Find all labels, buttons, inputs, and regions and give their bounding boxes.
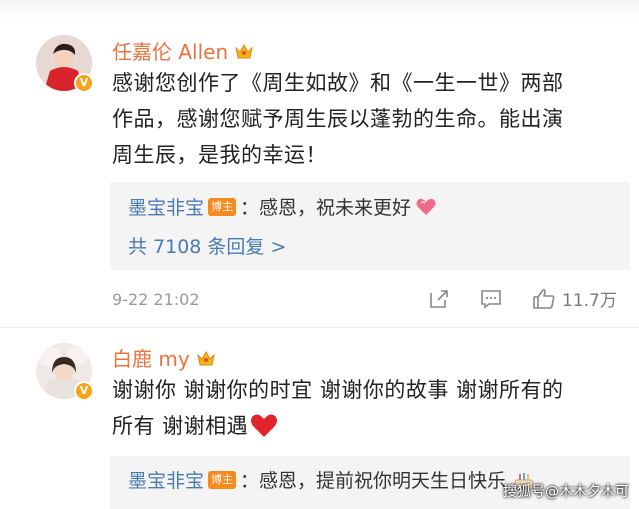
heart-gift-icon <box>416 198 436 215</box>
like-count: 11.7万 <box>562 291 617 311</box>
divider <box>0 327 639 328</box>
crown-icon <box>235 43 253 58</box>
reply-username[interactable]: 墨宝非宝 <box>128 466 204 493</box>
comment-line: 周生辰，是我的幸运！ <box>112 143 327 167</box>
comment-icon <box>481 290 501 309</box>
reply-box: 墨宝非宝 博主 ：感恩，祝未来更好 共 7108 条回复 > <box>110 182 630 270</box>
verified-badge-icon: V <box>74 73 94 93</box>
avatar[interactable]: V <box>36 343 94 401</box>
comment-username[interactable]: 白鹿 my <box>112 343 216 372</box>
comment-text: 感谢您创作了《周生如故》和《一生一世》两部 作品，感谢您赋予周生辰以蓬勃的生命。… <box>112 65 564 173</box>
comment-line: 作品，感谢您赋予周生辰以蓬勃的生命。能出演 <box>112 107 564 131</box>
comment-username[interactable]: 任嘉伦 Allen <box>112 36 254 65</box>
comment-timestamp: 9-22 21:02 <box>112 290 200 309</box>
crown-icon <box>196 350 215 365</box>
username-label[interactable]: 任嘉伦 Allen <box>112 36 228 65</box>
comment-line: 谢谢你 谢谢你的时宜 谢谢你的故事 谢谢所有的 <box>112 378 564 402</box>
reply-text: ：感恩，祝未来更好 <box>240 197 412 219</box>
reply-line: 墨宝非宝 博主 ：感恩，提前祝你明天生日快乐 <box>128 466 536 493</box>
reply-username[interactable]: 墨宝非宝 <box>128 193 204 220</box>
avatar[interactable]: V <box>36 35 94 93</box>
reply-line: 墨宝非宝 博主 ：感恩，祝未来更好 <box>128 193 437 220</box>
verified-badge-icon: V <box>74 381 94 401</box>
red-heart-icon <box>251 414 278 437</box>
comment-line: 感谢您创作了《周生如故》和《一生一世》两部 <box>112 71 564 95</box>
like-button[interactable]: 11.7万 <box>532 286 617 311</box>
share-button[interactable] <box>428 288 450 310</box>
comment-text: 谢谢你 谢谢你的时宜 谢谢你的故事 谢谢所有的 所有 谢谢相遇 <box>112 372 564 444</box>
comment-line: 所有 谢谢相遇 <box>112 414 249 438</box>
comment-button[interactable] <box>480 289 502 309</box>
thumbs-up-icon <box>533 288 555 309</box>
blogger-tag: 博主 <box>208 470 237 489</box>
reply-text: ：感恩，提前祝你明天生日快乐 <box>240 470 507 492</box>
top-fade <box>0 0 639 22</box>
blogger-tag: 博主 <box>208 197 237 216</box>
username-label[interactable]: 白鹿 my <box>112 343 190 372</box>
watermark: 搜狐号@木木夕木可 <box>503 484 629 500</box>
share-icon <box>430 290 448 308</box>
reply-count-link[interactable]: 共 7108 条回复 > <box>128 232 286 259</box>
